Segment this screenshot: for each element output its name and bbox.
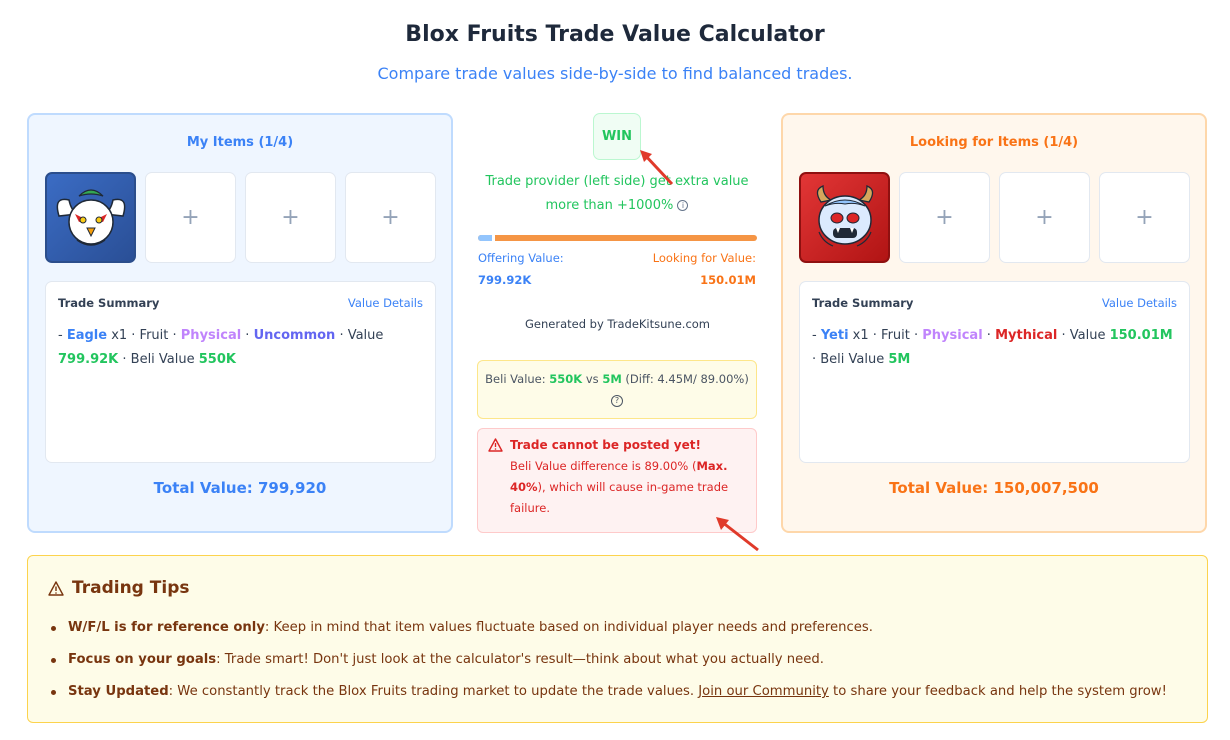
value-label: · Value [1057, 328, 1110, 343]
tip-text-after: to share your feedback and help the syst… [828, 684, 1167, 699]
sep: · [241, 328, 254, 343]
beli-value-box: Beli Value: 550K vs 5M (Diff: 4.45M/ 89.… [477, 360, 757, 419]
warning-title: Trade cannot be posted yet! [510, 438, 701, 452]
beli-prefix: Beli Value: [485, 372, 550, 386]
warning-body-post: ), which will cause in-game trade failur… [510, 480, 729, 515]
tip-text: : Keep in mind that item values fluctuat… [264, 620, 873, 635]
empty-slot[interactable]: + [999, 172, 1090, 263]
trade-summary-text: - Eagle x1 · Fruit · Physical · Uncommon… [58, 324, 423, 372]
dash: - [812, 328, 821, 343]
dash: - [58, 328, 67, 343]
item-value: 150.01M [1109, 328, 1173, 343]
trading-tips-box: Trading Tips W/F/L is for reference only… [27, 555, 1208, 723]
beli-vs: vs [582, 372, 603, 386]
my-items-title: My Items (1/4) [186, 135, 294, 150]
yeti-fruit-slot[interactable] [799, 172, 890, 263]
tips-title: Trading Tips [72, 578, 190, 598]
my-items-slots: + + + [45, 172, 436, 263]
warning-body-pre: Beli Value difference is 89.00% ( [510, 459, 697, 473]
my-total-value: Total Value: 799,920 [153, 479, 327, 497]
info-icon[interactable]: i [677, 200, 689, 211]
item-qty: x1 · Fruit · [848, 328, 923, 343]
tip-bold: Focus on your goals [68, 652, 217, 667]
generated-by-text: Generated by TradeKitsune.com [524, 317, 711, 331]
eagle-fruit-icon [56, 188, 125, 246]
trade-result-description: Trade provider (left side) get extra val… [470, 170, 764, 218]
looking-items-slots: + + + [799, 172, 1190, 263]
result-desc-text: Trade provider (left side) get extra val… [485, 174, 749, 213]
trade-warning-box: Trade cannot be posted yet! Beli Value d… [477, 428, 757, 533]
value-details-link[interactable]: Value Details [1102, 296, 1177, 310]
item-type: Physical [180, 328, 242, 343]
looking-items-panel: Looking for Items (1/4) + + + Trade Summ… [781, 113, 1207, 533]
trade-result-badge: WIN [593, 113, 641, 160]
item-rarity: Mythical [995, 328, 1058, 343]
tip-text: : We constantly track the Blox Fruits tr… [168, 684, 699, 699]
my-items-panel: My Items (1/4) + + + Trade Summary Value… [27, 113, 453, 533]
eagle-fruit-slot[interactable] [45, 172, 136, 263]
bar-divider [492, 235, 495, 241]
empty-slot[interactable]: + [899, 172, 990, 263]
item-beli: 550K [198, 352, 236, 367]
yeti-fruit-icon [816, 184, 873, 247]
looking-value-label: Looking for Value: [652, 251, 756, 265]
sep: · [982, 328, 996, 343]
page-subtitle: Compare trade values side-by-side to fin… [377, 64, 853, 83]
empty-slot[interactable]: + [1099, 172, 1190, 263]
empty-slot[interactable]: + [345, 172, 436, 263]
item-name: Yeti [820, 328, 849, 343]
item-type: Physical [922, 328, 983, 343]
looking-items-title: Looking for Items (1/4) [909, 135, 1079, 150]
trade-summary-title: Trade Summary [812, 296, 914, 310]
value-label: · Value [335, 328, 384, 343]
value-ratio-bar [478, 235, 757, 241]
item-qty: x1 · Fruit · [107, 328, 181, 343]
warning-triangle-icon [488, 438, 503, 452]
offering-value-label: Offering Value: [478, 251, 564, 265]
tip-text: : Trade smart! Don't just look at the ca… [216, 652, 824, 667]
join-community-link[interactable]: Join our Community [698, 684, 829, 699]
tip-item: Stay Updated: We constantly track the Bl… [48, 676, 1187, 708]
trade-summary-card: Trade Summary Value Details - Yeti x1 · … [799, 281, 1190, 463]
looking-total-value: Total Value: 150,007,500 [889, 479, 1099, 497]
trade-summary-text: - Yeti x1 · Fruit · Physical · Mythical … [812, 324, 1177, 372]
looking-value: 150.01M [700, 273, 756, 287]
beli-right: 5M [602, 372, 622, 386]
value-details-link[interactable]: Value Details [348, 296, 423, 310]
alert-triangle-icon [48, 580, 64, 596]
help-icon[interactable]: ? [611, 394, 623, 407]
item-rarity: Uncommon [253, 328, 336, 343]
page-title: Blox Fruits Trade Value Calculator [405, 22, 825, 47]
empty-slot[interactable]: + [245, 172, 336, 263]
item-value: 799.92K [58, 352, 119, 367]
warning-body: Beli Value difference is 89.00% (Max. 40… [510, 456, 746, 519]
tips-list: W/F/L is for reference only: Keep in min… [48, 612, 1187, 708]
beli-label: · Beli Value [118, 352, 199, 367]
trade-summary-title: Trade Summary [58, 296, 160, 310]
tip-item: W/F/L is for reference only: Keep in min… [48, 612, 1187, 644]
empty-slot[interactable]: + [145, 172, 236, 263]
offering-value: 799.92K [478, 273, 532, 287]
beli-diff: (Diff: 4.45M/ 89.00%) [621, 372, 749, 386]
tip-bold: Stay Updated [68, 684, 169, 699]
item-name: Eagle [66, 328, 108, 343]
tip-item: Focus on your goals: Trade smart! Don't … [48, 644, 1187, 676]
item-beli: 5M [888, 352, 911, 367]
beli-left: 550K [549, 372, 583, 386]
tip-bold: W/F/L is for reference only [68, 620, 265, 635]
trade-summary-card: Trade Summary Value Details - Eagle x1 ·… [45, 281, 436, 463]
beli-label: · Beli Value [812, 352, 889, 367]
offering-bar-fill [478, 235, 492, 241]
